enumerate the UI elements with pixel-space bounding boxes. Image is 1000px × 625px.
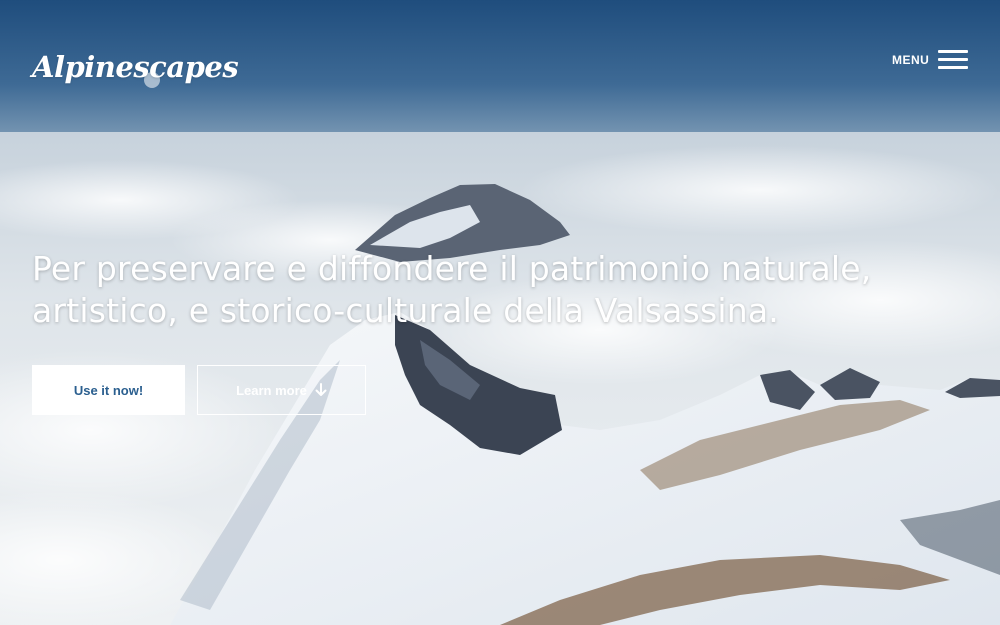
hero-headline: Per preservare e diffondere il patrimoni… — [32, 248, 912, 332]
brand-logo[interactable]: Alpinescapes — [32, 50, 239, 84]
menu-button[interactable]: MENU — [886, 48, 972, 72]
hero-section: Alpinescapes MENU Per preservare e diffo… — [0, 0, 1000, 625]
learn-more-label: Learn more — [236, 382, 307, 398]
use-it-now-button[interactable]: Use it now! — [32, 365, 185, 415]
use-it-now-label: Use it now! — [73, 382, 144, 398]
site-header: Alpinescapes MENU — [0, 0, 1000, 120]
menu-label: MENU — [892, 53, 930, 67]
hero-headline-line-2: artistico, e storico-culturale della Val… — [32, 291, 779, 330]
hero-headline-line-1: Per preservare e diffondere il patrimoni… — [32, 249, 872, 288]
learn-more-button[interactable]: Learn more — [197, 365, 366, 415]
arrow-down-icon — [315, 383, 327, 396]
hamburger-icon — [938, 50, 968, 70]
